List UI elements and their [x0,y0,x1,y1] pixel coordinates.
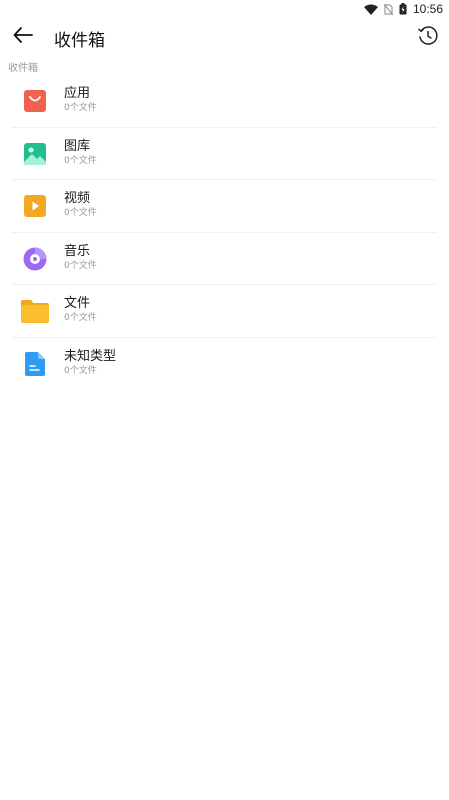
wifi-icon [363,4,378,15]
item-count: 0个文件 [64,208,97,218]
item-count: 0个文件 [64,313,97,323]
no-sim-icon [383,3,393,15]
item-name: 文件 [64,296,91,311]
item-name: 视频 [64,191,91,206]
clock-history-icon [417,26,439,51]
category-list: 应用 0个文件 图库 0个文件 视频 0个文件 音乐 0个文件 文件 0个文件 … [0,75,449,390]
item-count: 0个文件 [64,103,97,113]
item-name: 音乐 [64,243,91,259]
folder-icon [20,296,50,326]
app-bar: 收件箱 [0,18,449,56]
list-item-files[interactable]: 文件 0个文件 [0,285,449,338]
arrow-left-icon [13,27,33,47]
status-time: 10:56 [412,2,443,16]
gallery-icon [20,139,50,169]
video-icon [20,191,50,221]
item-count: 0个文件 [64,260,97,271]
page-title: 收件箱 [54,31,105,51]
list-item-gallery[interactable]: 图库 0个文件 [0,128,449,180]
item-name: 应用 [64,86,91,101]
item-count: 0个文件 [64,155,97,166]
list-item-video[interactable]: 视频 0个文件 [0,180,449,233]
back-button[interactable] [11,27,35,47]
list-item-music[interactable]: 音乐 0个文件 [0,233,449,285]
list-item-apps[interactable]: 应用 0个文件 [0,75,449,128]
item-count: 0个文件 [64,365,97,376]
history-button[interactable] [417,25,439,47]
unknown-file-icon [20,349,50,379]
music-icon [20,244,50,274]
status-bar: 10:56 [0,0,449,18]
item-name: 图库 [64,138,91,154]
item-name: 未知类型 [64,348,117,364]
app-bag-icon [20,86,50,116]
list-item-unknown[interactable]: 未知类型 0个文件 [0,338,449,391]
section-label: 收件箱 [8,63,38,74]
battery-charging-icon [399,3,407,15]
